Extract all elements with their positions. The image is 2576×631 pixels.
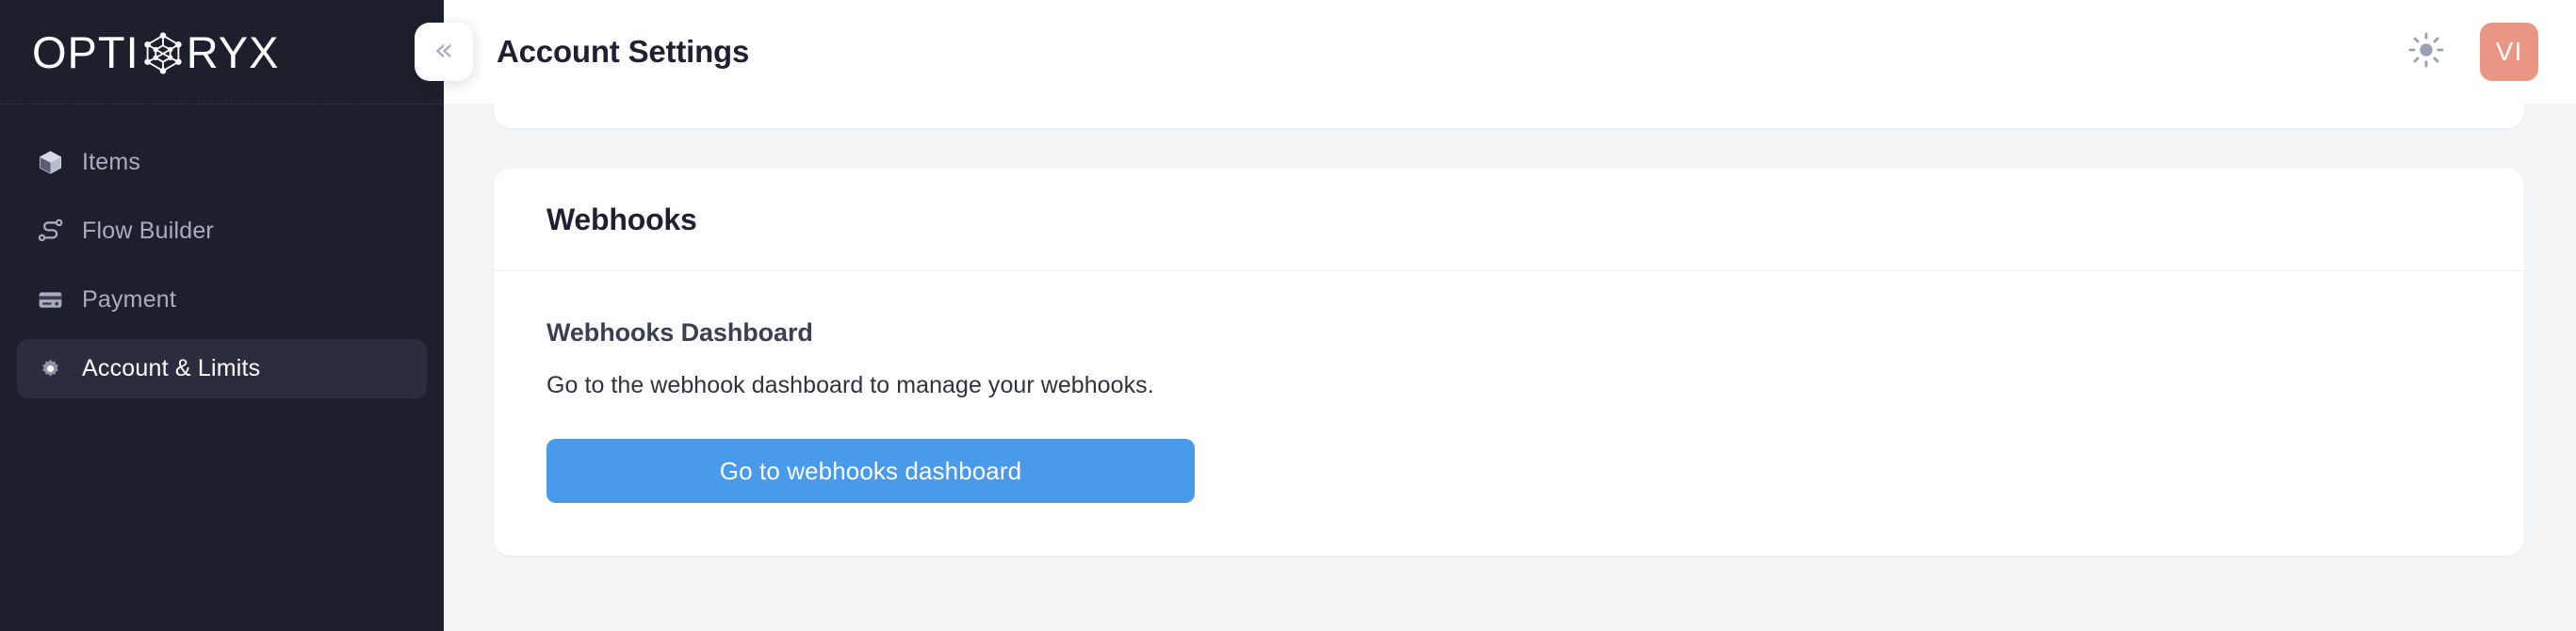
- topbar: Account Settings VI: [444, 0, 2576, 104]
- sidebar-item-flow-builder[interactable]: Flow Builder: [17, 202, 427, 261]
- sun-icon: [2407, 31, 2445, 73]
- sidebar-item-items[interactable]: Items: [17, 133, 427, 192]
- webhooks-card: Webhooks Webhooks Dashboard Go to the we…: [494, 169, 2524, 556]
- brand-text-after: RYX: [186, 26, 280, 77]
- sidebar-item-label: Payment: [82, 286, 177, 313]
- sidebar-item-account-limits[interactable]: Account & Limits: [17, 339, 427, 398]
- webhooks-card-header: Webhooks: [494, 169, 2524, 271]
- network-hexagon-icon: [138, 27, 188, 78]
- webhooks-card-title: Webhooks: [546, 202, 697, 236]
- brand-wordmark: OPTI RYX: [32, 26, 279, 77]
- main-area: Account Settings VI Webhooks Webhooks Da…: [444, 0, 2576, 631]
- brand-logo[interactable]: OPTI RYX: [0, 0, 444, 105]
- topbar-actions: VI: [2405, 23, 2538, 81]
- sidebar-item-payment[interactable]: Payment: [17, 270, 427, 330]
- chevron-double-left-icon: «: [433, 31, 454, 69]
- go-to-webhooks-dashboard-button[interactable]: Go to webhooks dashboard: [546, 439, 1195, 503]
- gear-icon: [36, 355, 64, 383]
- webhooks-card-body: Webhooks Dashboard Go to the webhook das…: [494, 271, 2524, 556]
- avatar[interactable]: VI: [2480, 23, 2538, 81]
- brand-text-before: OPTI: [32, 26, 139, 77]
- sidebar-collapse-button[interactable]: «: [415, 23, 473, 81]
- sidebar: OPTI RYX Items Flow Builder Payment Acco…: [0, 0, 444, 631]
- credit-card-icon: [36, 286, 64, 315]
- avatar-initials: VI: [2495, 37, 2523, 66]
- sidebar-item-label: Account & Limits: [82, 355, 261, 381]
- workflow-icon: [36, 218, 64, 246]
- sidebar-item-label: Flow Builder: [82, 218, 214, 244]
- previous-card-clipped: [494, 104, 2524, 128]
- app-root: OPTI RYX Items Flow Builder Payment Acco…: [0, 0, 2576, 631]
- webhooks-dashboard-description: Go to the webhook dashboard to manage yo…: [546, 372, 1154, 398]
- page-title: Account Settings: [497, 34, 750, 69]
- webhooks-dashboard-title: Webhooks Dashboard: [546, 318, 813, 347]
- sidebar-nav: Items Flow Builder Payment Account & Lim…: [0, 105, 444, 398]
- content-scroll-area[interactable]: Webhooks Webhooks Dashboard Go to the we…: [444, 104, 2576, 631]
- theme-toggle-button[interactable]: [2405, 31, 2447, 73]
- sidebar-item-label: Items: [82, 149, 141, 175]
- cube-icon: [36, 149, 64, 177]
